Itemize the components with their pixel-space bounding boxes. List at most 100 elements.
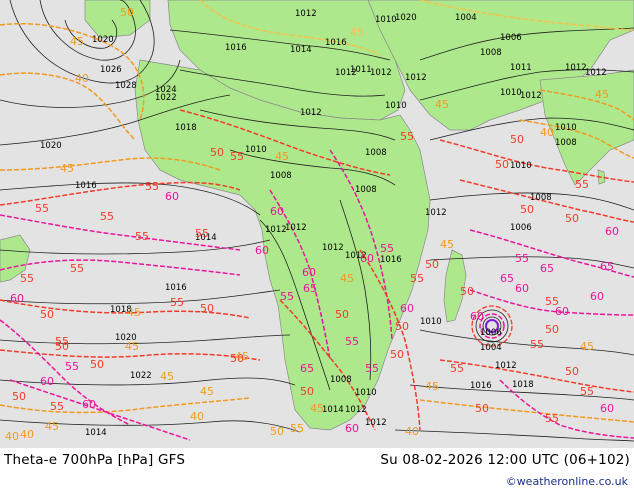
map-valid-time: Su 08-02-2026 12:00 UTC (06+102) [380, 452, 630, 468]
theta-label: 55 [145, 180, 159, 193]
theta-label: 50 [270, 425, 284, 438]
isobar-label: 1012 [295, 9, 317, 19]
isobar-label: 1011 [510, 63, 532, 73]
isobar-label: 1010 [355, 388, 377, 398]
isobar-label: 1011 [350, 65, 372, 75]
theta-label: 50 [510, 133, 524, 146]
theta-label: 60 [590, 290, 604, 303]
theta-label: 60 [470, 310, 484, 323]
theta-label: 55 [530, 338, 544, 351]
theta-label: 45 [60, 162, 74, 175]
theta-label: 55 [580, 385, 594, 398]
theta-label: 40 [20, 428, 34, 441]
theta-label: 55 [345, 335, 359, 348]
theta-label: 50 [520, 203, 534, 216]
theta-label: 45 [580, 340, 594, 353]
theta-label: 60 [10, 292, 24, 305]
theta-label: 55 [170, 296, 184, 309]
isobar-label: 1012 [585, 68, 607, 78]
theta-label: 50 [90, 358, 104, 371]
theta-label: 45 [310, 402, 324, 415]
theta-label: 60 [600, 402, 614, 415]
theta-label: 50 [12, 390, 26, 403]
isobar-label: 1008 [480, 48, 502, 58]
isobar-label: 1012 [495, 361, 517, 371]
isobar-label: 1022 [130, 371, 152, 381]
theta-label: 60 [360, 252, 374, 265]
theta-label: 55 [50, 400, 64, 413]
isobar-label: 1016 [225, 43, 247, 53]
isobar-label: 1014 [322, 405, 344, 415]
isobar-label: 1008 [365, 148, 387, 158]
isobar-label: 1012 [370, 68, 392, 78]
theta-label: 50 [565, 212, 579, 225]
theta-label: 55 [230, 150, 244, 163]
isobar-label: 1016 [325, 38, 347, 48]
footer-line: Theta-e 700hPa [hPa] GFS Su 08-02-2026 1… [4, 452, 630, 472]
isobar-label: 1012 [285, 223, 307, 233]
theta-label: 50 [545, 323, 559, 336]
weather-map: 1012 1020 1016 1010 1014 1020 1026 1028 1024 1022… [0, 0, 634, 448]
theta-label: 65 [300, 362, 314, 375]
theta-label: 60 [270, 205, 284, 218]
isobar-label: 1018 [512, 380, 534, 390]
isobar-label: 1010 [500, 88, 522, 98]
theta-label: 55 [20, 272, 34, 285]
theta-label: 55 [400, 130, 414, 143]
theta-label: 60 [165, 190, 179, 203]
isobar-label: 1010 [245, 145, 267, 155]
theta-label: 50 [210, 146, 224, 159]
theta-label: 50 [120, 6, 134, 19]
isobar-label: 1006 [500, 33, 522, 43]
isobar-label: 1020 [395, 13, 417, 23]
isobar-label: 1010 [555, 123, 577, 133]
isobar-label: 1012 [405, 73, 427, 83]
theta-label: 50 [40, 308, 54, 321]
theta-label: 45 [70, 35, 84, 48]
theta-label: 55 [290, 422, 304, 435]
map-canvas: 10121020101610101014102010261028 10241022… [0, 0, 634, 448]
theta-label: 40 [540, 126, 554, 139]
theta-label: 45 [350, 26, 364, 39]
theta-label: 45 [340, 272, 354, 285]
isobar-label: 1012 [322, 243, 344, 253]
isobar-label: 1006 [480, 328, 502, 338]
theta-label: 50 [200, 302, 214, 315]
theta-label: 50 [300, 385, 314, 398]
theta-label: 50 [390, 348, 404, 361]
isobar-label: 1026 [100, 65, 122, 75]
theta-label: 45 [435, 98, 449, 111]
isobar-label: 1006 [510, 223, 532, 233]
isobar-label: 1010 [375, 15, 397, 25]
isobar-label: 1008 [530, 193, 552, 203]
map-title: Theta-e 700hPa [hPa] GFS [4, 452, 186, 468]
isobar-label: 1014 [85, 428, 107, 438]
isobar-label: 1004 [455, 13, 477, 23]
isobar-label: 1012 [520, 91, 542, 101]
isobar-label: 1008 [355, 185, 377, 195]
credit-link[interactable]: ©weatheronline.co.uk [506, 475, 628, 488]
theta-label: 45 [160, 370, 174, 383]
theta-label: 65 [540, 262, 554, 275]
theta-label: 60 [605, 225, 619, 238]
theta-label: 45 [440, 238, 454, 251]
theta-label: 50 [565, 365, 579, 378]
theta-label: 45 [275, 150, 289, 163]
isobar-label: 1012 [365, 418, 387, 428]
isobar-label: 1010 [385, 101, 407, 111]
theta-label: 55 [135, 230, 149, 243]
isobar-label: 1020 [92, 35, 114, 45]
theta-label: 55 [380, 242, 394, 255]
isobar-label: 1016 [380, 255, 402, 265]
theta-label: 50 [55, 340, 69, 353]
theta-label: 55 [35, 202, 49, 215]
theta-label: 55 [545, 412, 559, 425]
isobar-label: 1028 [115, 81, 137, 91]
isobar-label: 1008 [330, 375, 352, 385]
theta-label: 65 [600, 260, 614, 273]
isobar-label: 1016 [165, 283, 187, 293]
theta-label: 55 [280, 290, 294, 303]
isobar-label: 1012 [300, 108, 322, 118]
isobar-label: 1008 [555, 138, 577, 148]
theta-label: 45 [425, 380, 439, 393]
